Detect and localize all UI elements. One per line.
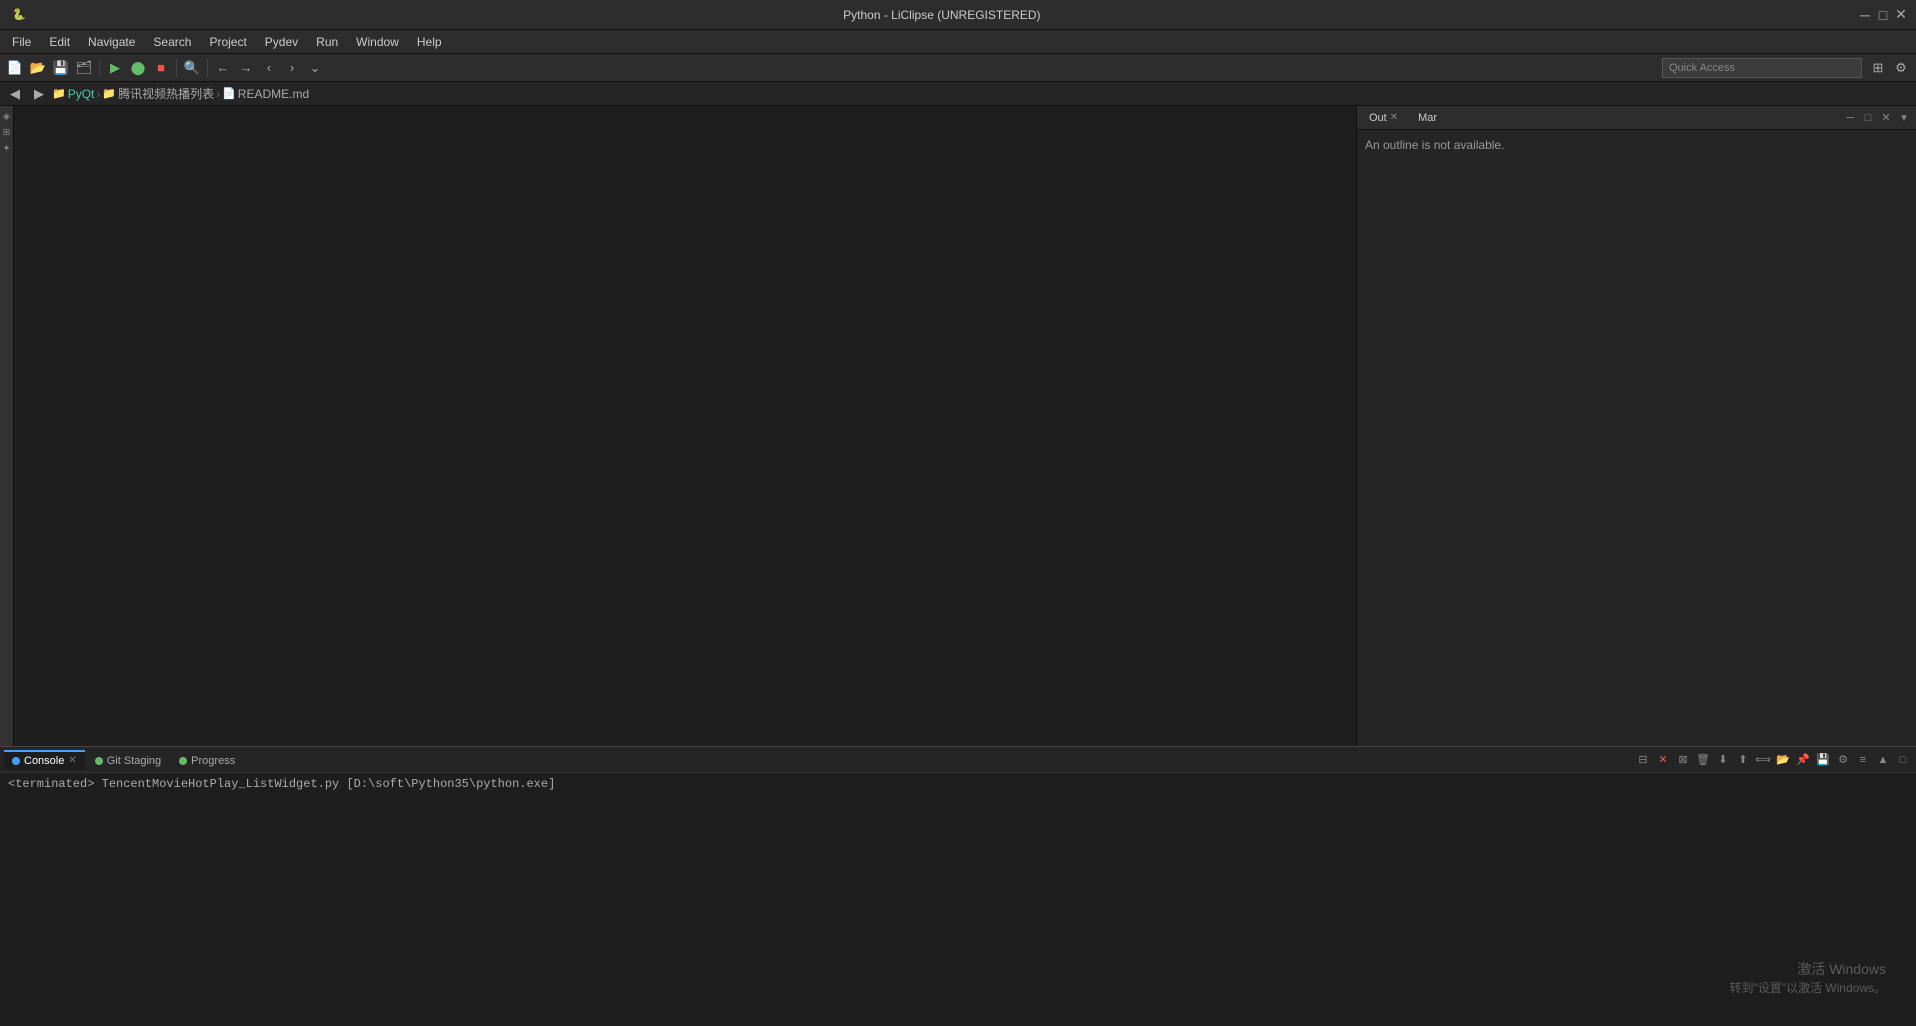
breadcrumb-sep2: › [216,87,220,101]
bottom-panel: Console ✕ Git Staging Progress ⊟ ✕ [14,746,1356,1026]
breadcrumb-sep1: › [96,87,100,101]
toolbar-sep-1 [99,59,100,77]
breadcrumb-part3[interactable]: README.md [238,87,309,101]
progress-tab-label: Progress [191,755,235,767]
bottom-tabs-left: Console ✕ Git Staging Progress [14,750,243,770]
git-staging-tab-label: Git Staging [107,755,161,767]
progress-dot [179,757,187,765]
close-button[interactable]: ✕ [1894,8,1908,22]
console-dot [14,757,20,765]
menu-project[interactable]: Project [201,31,254,53]
quick-access-input[interactable]: Quick Access [1662,58,1862,78]
breadcrumb-nav-back[interactable]: ◀ [4,83,26,105]
nav-left-btn[interactable]: ‹ [258,57,280,79]
toolbar-extra-btn2[interactable]: ⚙ [1890,57,1912,79]
nav-down-btn[interactable]: ⌄ [304,57,326,79]
editor-area: Console ✕ Git Staging Progress ⊟ ✕ [14,106,1356,1026]
activity-icon-2[interactable]: ⊞ [1,126,13,138]
progress-tab[interactable]: Progress [171,750,243,770]
menu-pydev[interactable]: Pydev [257,31,306,53]
console-tab-close[interactable]: ✕ [68,755,76,766]
right-panel-close-btn[interactable]: ✕ [1878,110,1894,126]
console-terminated-text: <terminated> TencentMovieHotPlay_ListWid… [14,777,1356,791]
outline-tab-label: Out [1369,112,1387,124]
menu-search[interactable]: Search [145,31,199,53]
breadcrumb-bar: ◀ ▶ 📁 PyQt › 📁 腾讯视频热播列表 › 📄 README.md [0,82,1916,106]
right-panel-maximize-btn[interactable]: □ [1860,110,1876,126]
menu-run[interactable]: Run [308,31,346,53]
back-btn[interactable]: ← [212,57,234,79]
menu-bar: File Edit Navigate Search Project Pydev … [0,30,1916,54]
menu-navigate[interactable]: Navigate [80,31,143,53]
right-panel-view-menu-btn[interactable]: ▾ [1896,110,1912,126]
outline-tab-close[interactable]: ✕ [1390,112,1398,123]
breadcrumb-icon-file: 📄 [222,87,236,100]
forward-btn[interactable]: → [235,57,257,79]
toolbar-sep-2 [176,59,177,77]
toolbar-sep-3 [207,59,208,77]
stop-btn[interactable]: ■ [150,57,172,79]
window-title: Python - LiClipse (UNREGISTERED) [26,8,1858,22]
right-panel-tabs-left: Out ✕ Mar [1361,110,1445,126]
activity-icon-3[interactable]: ✦ [1,142,13,154]
bottom-tabs-bar: Console ✕ Git Staging Progress ⊟ ✕ [14,747,1356,773]
quick-access-label: Quick Access [1669,62,1735,74]
maximize-button[interactable]: □ [1876,8,1890,22]
menu-edit[interactable]: Edit [41,31,78,53]
right-panel-minimize-btn[interactable]: ─ [1842,110,1858,126]
open-btn[interactable]: 📂 [27,57,49,79]
search-btn[interactable]: 🔍 [181,57,203,79]
right-panel-ctrl-btns: ─ □ ✕ ▾ [1842,110,1912,126]
debug-btn[interactable]: ⬤ [127,57,149,79]
breadcrumb-part1[interactable]: PyQt [68,87,95,101]
console-tab-label: Console [24,755,64,767]
minimize-button[interactable]: ─ [1858,8,1872,22]
outline-message: An outline is not available. [1365,138,1504,152]
right-panel-tabs: Out ✕ Mar ─ □ ✕ ▾ [1357,106,1916,130]
toolbar: 📄 📂 💾 🗂 ▶ ⬤ ■ 🔍 ← → ‹ › ⌄ Quick Access ⊞… [0,54,1916,82]
markers-tab-label: Mar [1418,112,1437,124]
git-dot [95,757,103,765]
menu-window[interactable]: Window [348,31,407,53]
activity-icon-1[interactable]: ◈ [1,110,13,122]
outline-tab[interactable]: Out ✕ [1361,110,1406,126]
toolbar-extra-btn1[interactable]: ⊞ [1867,57,1889,79]
menu-file[interactable]: File [4,31,39,53]
breadcrumb-part2[interactable]: 腾讯视频热播列表 [118,85,214,102]
nav-right-btn[interactable]: › [281,57,303,79]
breadcrumb-nav-fwd[interactable]: ▶ [28,83,50,105]
window-controls: ─ □ ✕ [1858,8,1908,22]
run-btn[interactable]: ▶ [104,57,126,79]
new-file-btn[interactable]: 📄 [4,57,26,79]
breadcrumb-icon-folder: 📁 [102,87,116,100]
git-staging-tab[interactable]: Git Staging [87,750,169,770]
save-all-btn[interactable]: 🗂 [73,57,95,79]
breadcrumb-icon-pyqt: 📁 [52,87,66,100]
bottom-content[interactable]: <terminated> TencentMovieHotPlay_ListWid… [14,773,1356,1026]
title-bar: 🐍 Python - LiClipse (UNREGISTERED) ─ □ ✕ [0,0,1916,30]
menu-help[interactable]: Help [409,31,450,53]
markers-tab[interactable]: Mar [1410,110,1445,126]
main-layout: ◈ ⊞ ✦ Console ✕ Git Staging [0,106,1916,1026]
console-tab[interactable]: Console ✕ [14,750,85,770]
save-btn[interactable]: 💾 [50,57,72,79]
